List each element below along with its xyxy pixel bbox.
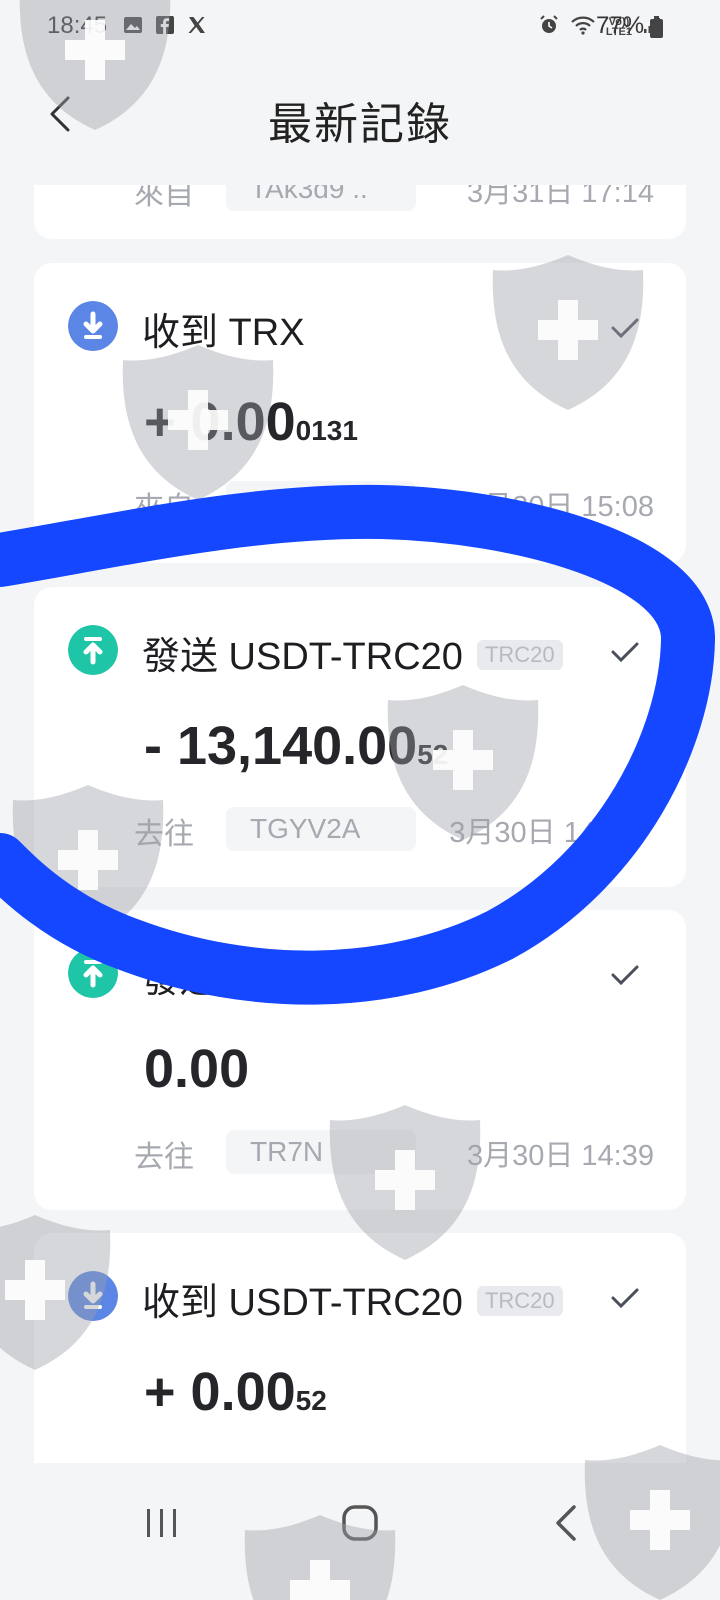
tx-amount: + 0.000131	[144, 391, 358, 453]
battery-icon	[650, 16, 663, 38]
tx-label: 去往	[134, 1140, 194, 1175]
transaction-card[interactable]: 發送 USDT-TRC20 TRC20 - 13,140.0052 去往 TGYV…	[34, 587, 686, 887]
tx-amount: - 13,140.0052	[144, 715, 448, 777]
check-icon	[611, 965, 639, 986]
tx-time: 3月30日 14	[449, 817, 596, 849]
tx-time: 3月30日 14:39	[466, 1140, 654, 1172]
tx-time: 3月30日 15:08	[466, 491, 654, 523]
tx-title-text: 收到 USDT-TRC20	[142, 1282, 463, 1324]
back-icon[interactable]	[548, 1503, 584, 1543]
check-icon	[611, 642, 639, 663]
navigation-bar	[0, 1463, 720, 1600]
x-icon	[186, 14, 208, 36]
tx-amount-small: 52	[417, 739, 449, 770]
tx-amount-main: + 0.00	[144, 1362, 296, 1422]
tx-title: 發送	[142, 959, 219, 1001]
tx-amount-small: 52	[295, 1385, 327, 1416]
tx-title-text: 發送 USDT-TRC20	[142, 636, 463, 678]
recents-icon[interactable]	[142, 1503, 182, 1543]
tx-title: 發送 USDT-TRC20 TRC20	[142, 625, 563, 680]
transaction-card[interactable]: 收到 USDT-TRC20 TRC20 + 0.0052	[34, 1233, 686, 1463]
status-bar: 18:45 Vo)) LTE1 77%	[0, 0, 720, 54]
tx-amount-main: - 13,140.00	[144, 716, 418, 776]
tx-amount-main: + 0.00	[144, 392, 296, 452]
wifi-icon	[570, 15, 596, 39]
tx-title: 收到 USDT-TRC20 TRC20	[142, 1271, 563, 1326]
page-title: 最新記錄	[268, 99, 452, 150]
tx-address[interactable]: TGYV2A	[226, 807, 416, 851]
header: 最新記錄	[0, 54, 720, 180]
tx-address[interactable]: TR7N	[226, 1130, 416, 1174]
transaction-card[interactable]: 發送 0.00 去往 TR7N 3月30日 14:39	[34, 910, 686, 1210]
network-badge: TRC20	[476, 639, 563, 670]
home-icon[interactable]	[340, 1503, 380, 1543]
tx-amount-main: 0.00	[144, 1039, 250, 1099]
tx-amount: + 0.0052	[144, 1361, 327, 1423]
tx-label: 來自	[134, 185, 194, 212]
send-icon	[68, 625, 118, 675]
tx-address[interactable]: TAk3d9 ..	[226, 185, 416, 211]
tx-time: 3月31日 17:14	[466, 185, 654, 209]
transaction-list[interactable]: 來自 TAk3d9 .. 3月31日 17:14 收到 TRX + 0.0001…	[0, 185, 720, 1463]
tx-amount: 0.00	[144, 1038, 249, 1100]
facebook-icon	[154, 14, 176, 36]
tx-title: 收到 TRX	[142, 312, 305, 354]
transaction-card[interactable]: 收到 TRX + 0.000131 來自 TAk 3月30日 15:08	[34, 263, 686, 563]
tx-address[interactable]: TAk	[226, 481, 416, 525]
check-icon	[611, 318, 639, 339]
gallery-icon	[122, 14, 144, 36]
tx-amount-small: 0131	[295, 415, 358, 446]
tx-label: 來自	[134, 491, 194, 526]
alarm-icon	[538, 14, 560, 40]
tx-label: 去往	[134, 817, 194, 852]
network-badge: TRC20	[476, 1285, 563, 1316]
receive-icon	[68, 301, 118, 351]
check-icon	[611, 1288, 639, 1309]
send-icon	[68, 948, 118, 998]
battery-level: 77%	[596, 12, 645, 39]
status-time: 18:45	[47, 12, 108, 39]
receive-icon	[68, 1271, 118, 1321]
transaction-card[interactable]: 來自 TAk3d9 .. 3月31日 17:14	[34, 185, 686, 239]
